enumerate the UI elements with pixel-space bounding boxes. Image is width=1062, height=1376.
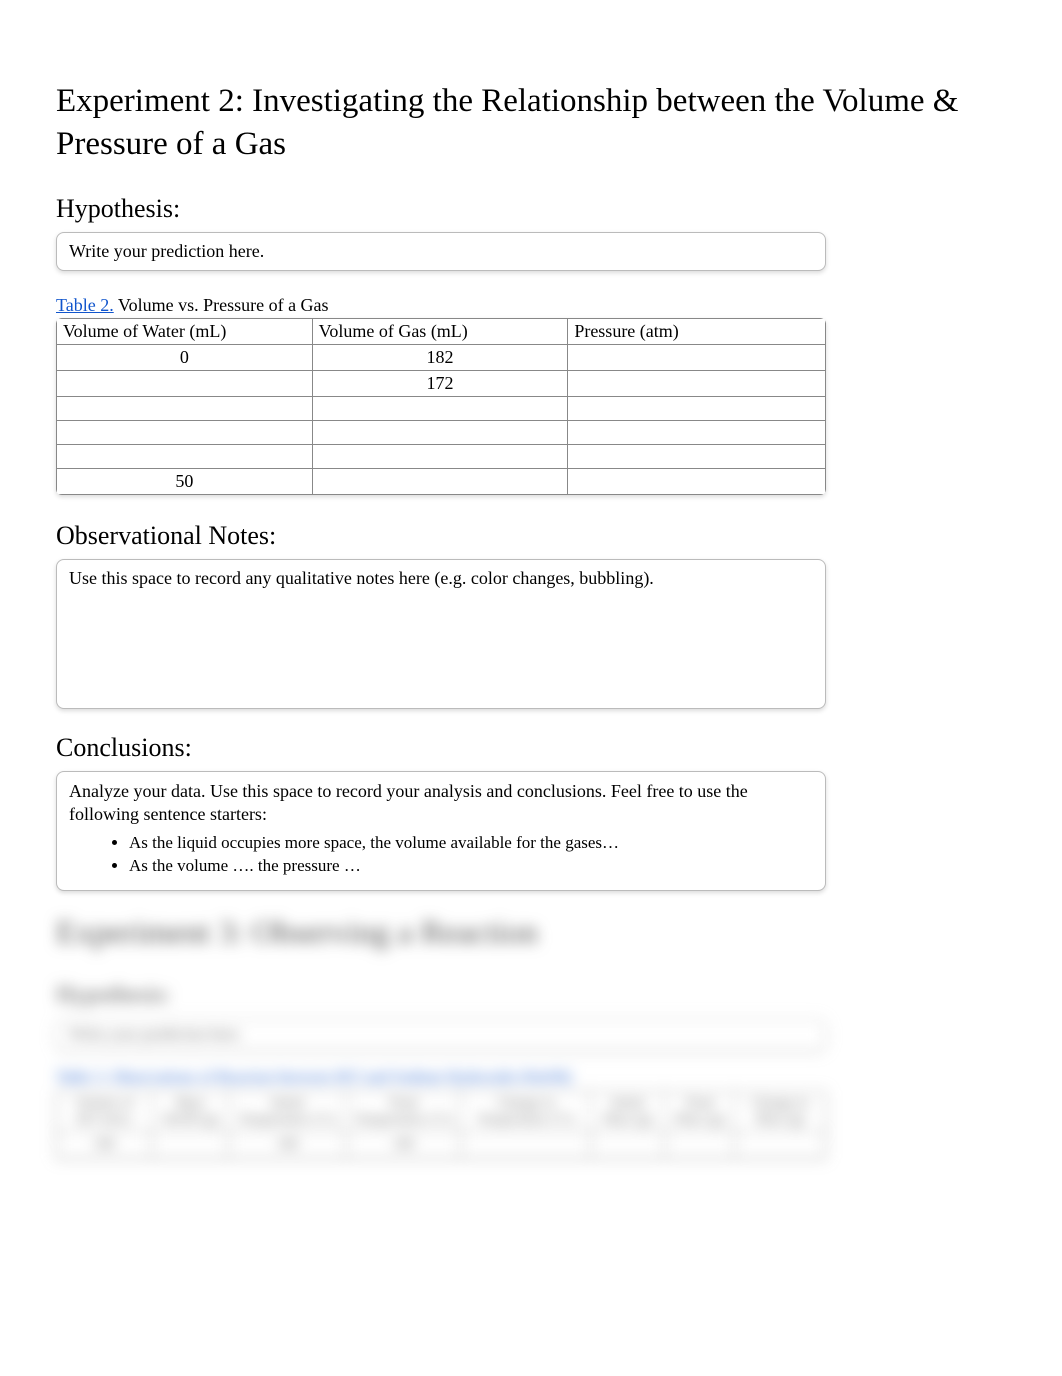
cell-gas[interactable]: 182 (312, 344, 568, 370)
cell-gas[interactable] (312, 420, 568, 444)
cell-water[interactable]: 50 (57, 468, 313, 494)
table-header-row: Volume of Water (mL) Volume of Gas (mL) … (57, 318, 826, 344)
table-3-header: Mass NaOH (g) (152, 1091, 229, 1132)
table-3-header: Change in Mass (g) (734, 1091, 825, 1132)
table-3-header: Volume of HCl (mL) (57, 1091, 152, 1132)
conclusions-input[interactable]: Analyze your data. Use this space to rec… (56, 771, 826, 891)
table-3-header: Initial Mass (g) (591, 1091, 665, 1132)
table-3-cell (152, 1132, 229, 1157)
conclusions-bullets: As the liquid occupies more space, the v… (69, 831, 813, 879)
cell-pressure[interactable] (568, 420, 826, 444)
table-row: Volume of HCl (mL) Mass NaOH (g) Initial… (57, 1091, 826, 1132)
cell-gas[interactable] (312, 444, 568, 468)
hypothesis-heading-3: Hypothesis: (56, 982, 1006, 1009)
table-3-header: Final Temperature (°C) (346, 1091, 461, 1132)
conclusions-heading: Conclusions: (56, 733, 1006, 763)
cell-water[interactable] (57, 370, 313, 396)
table-3-header: Initial Temperature (°C) (229, 1091, 346, 1132)
conclusions-intro: Analyze your data. Use this space to rec… (69, 780, 813, 827)
cell-gas[interactable] (312, 468, 568, 494)
table-row (57, 396, 826, 420)
table-3-cell: 100 (229, 1132, 346, 1157)
table-2-caption-text: Volume vs. Pressure of a Gas (118, 295, 329, 315)
cell-pressure[interactable] (568, 468, 826, 494)
experiment-3-title: Experiment 3: Observing a Reaction (56, 915, 1006, 952)
table-row: 100 100 100 (57, 1132, 826, 1157)
conclusions-bullet-2: As the volume …. the pressure … (129, 854, 813, 878)
cell-gas[interactable]: 172 (312, 370, 568, 396)
cell-pressure[interactable] (568, 344, 826, 370)
table-3-cell (665, 1132, 735, 1157)
table-3-header: Final Mass (g) (665, 1091, 735, 1132)
table-3: Volume of HCl (mL) Mass NaOH (g) Initial… (56, 1091, 826, 1158)
cell-water[interactable] (57, 444, 313, 468)
hypothesis-input[interactable]: Write your prediction here. (56, 232, 826, 271)
table-2-header-pressure: Pressure (atm) (568, 318, 826, 344)
conclusions-bullet-1: As the liquid occupies more space, the v… (129, 831, 813, 855)
cell-water[interactable] (57, 420, 313, 444)
table-3-header: Change in Temperature (°C) (461, 1091, 591, 1132)
cell-pressure[interactable] (568, 370, 826, 396)
observational-notes-input[interactable]: Use this space to record any qualitative… (56, 559, 826, 709)
table-row (57, 420, 826, 444)
cell-water[interactable] (57, 396, 313, 420)
experiment-2-title: Experiment 2: Investigating the Relation… (56, 80, 1006, 166)
table-2-caption: Table 2. Volume vs. Pressure of a Gas (56, 295, 1006, 316)
hypothesis-heading: Hypothesis: (56, 194, 1006, 224)
table-row: 0 182 (57, 344, 826, 370)
cell-water[interactable]: 0 (57, 344, 313, 370)
table-2-label: Table 2. (56, 295, 114, 315)
table-2-header-gas: Volume of Gas (mL) (312, 318, 568, 344)
cell-pressure[interactable] (568, 444, 826, 468)
table-row (57, 444, 826, 468)
experiment-3-blurred-preview: Experiment 3: Observing a Reaction Hypot… (56, 915, 1006, 1158)
table-3-cell: 100 (346, 1132, 461, 1157)
table-row: 50 (57, 468, 826, 494)
table-3-cell: 100 (57, 1132, 152, 1157)
hypothesis-input-3: Write your prediction here. (56, 1019, 826, 1051)
table-row: 172 (57, 370, 826, 396)
cell-pressure[interactable] (568, 396, 826, 420)
observational-notes-heading: Observational Notes: (56, 521, 1006, 551)
cell-gas[interactable] (312, 396, 568, 420)
table-3-caption: Table 3. Observations of Reaction betwee… (56, 1069, 1006, 1087)
table-3-cell (734, 1132, 825, 1157)
table-3-cell (461, 1132, 591, 1157)
table-2: Volume of Water (mL) Volume of Gas (mL) … (56, 318, 826, 495)
table-2-header-water: Volume of Water (mL) (57, 318, 313, 344)
table-3-cell (591, 1132, 665, 1157)
